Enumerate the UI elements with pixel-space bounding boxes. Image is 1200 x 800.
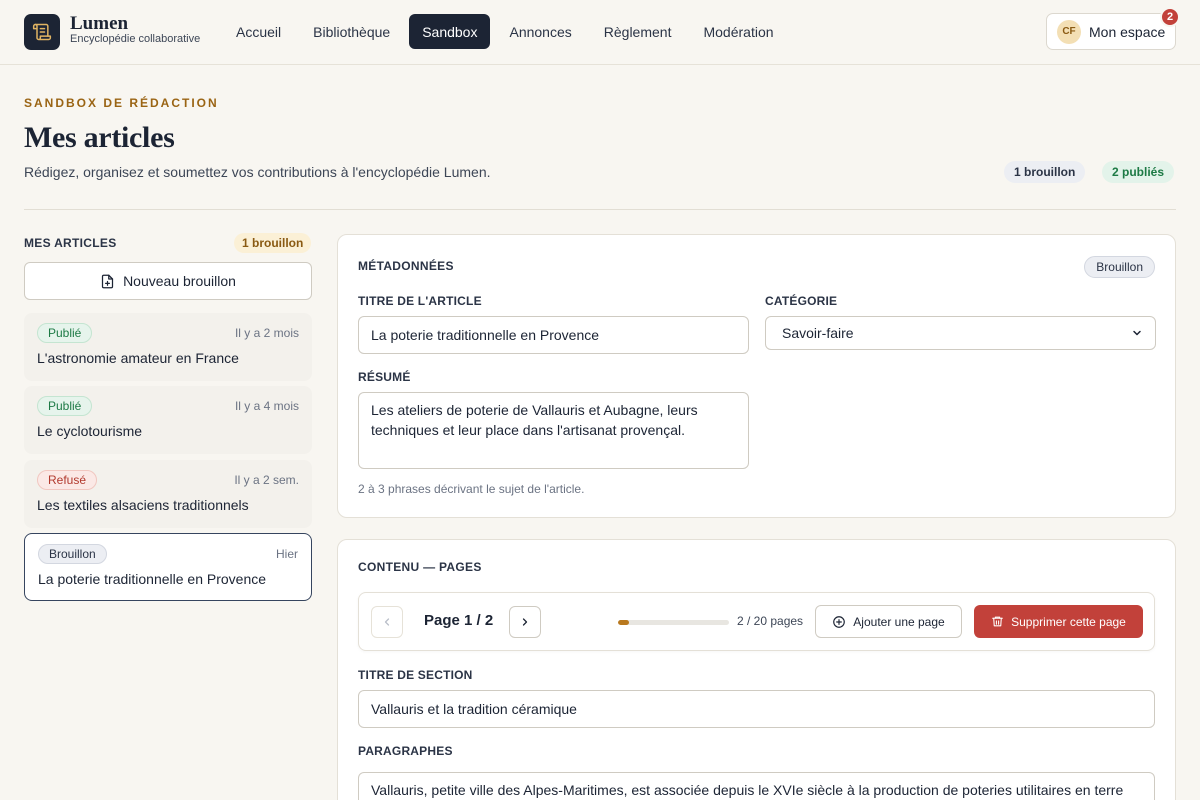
section-title-input[interactable]: Vallauris et la tradition céramique — [358, 690, 1155, 728]
sidebar-title: MES ARTICLES — [24, 236, 117, 250]
top-bar: Lumen Encyclopédie collaborative Accueil… — [0, 0, 1200, 65]
page-progress-fill — [618, 620, 630, 625]
trash-icon — [992, 616, 1004, 627]
nav-item-bibliotheque[interactable]: Bibliothèque — [300, 14, 403, 49]
summary-hint: 2 à 3 phrases décrivant le sujet de l'ar… — [358, 482, 585, 496]
brand-tagline: Encyclopédie collaborative — [70, 33, 201, 45]
delete-page-label: Supprimer cette page — [1011, 614, 1126, 629]
article-title-label: TITRE DE L'ARTICLE — [358, 294, 482, 308]
article-card[interactable]: Publié Il y a 2 mois L'astronomie amateur … — [24, 313, 312, 381]
scroll-icon — [32, 23, 52, 41]
article-timestamp: Hier — [275, 547, 298, 561]
plus-circle-icon — [833, 615, 846, 628]
metadata-panel: MÉTADONNÉES Brouillon TITRE DE L'ARTICLE… — [337, 234, 1176, 518]
category-value: Savoir-faire — [782, 325, 854, 341]
file-plus-icon — [101, 274, 114, 288]
account-label: Mon espace — [1089, 23, 1166, 40]
add-page-button[interactable]: Ajouter une page — [815, 605, 962, 638]
article-title-input[interactable]: La poterie traditionnelle en Provence — [358, 316, 749, 354]
nav-item-moderation[interactable]: Modération — [690, 14, 786, 49]
published-count-badge: 2 publiés — [1102, 161, 1175, 183]
article-title: Le cyclotourisme — [37, 423, 143, 439]
page-eyebrow: SANDBOX DE RÉDACTION — [24, 96, 219, 110]
article-timestamp: Il y a 2 mois — [234, 326, 299, 340]
header-divider — [24, 209, 1176, 210]
next-page-button[interactable] — [509, 606, 541, 638]
page-progress-bar — [618, 620, 729, 625]
draft-count-badge: 1 brouillon — [1004, 161, 1086, 183]
nav-item-accueil[interactable]: Accueil — [223, 14, 294, 49]
sidebar-draft-badge: 1 brouillon — [234, 233, 312, 253]
category-label: CATÉGORIE — [765, 294, 838, 308]
account-button[interactable]: CF Mon espace — [1046, 13, 1176, 50]
chevron-left-icon — [384, 618, 390, 626]
chevron-right-icon — [522, 618, 528, 626]
logo[interactable] — [24, 14, 60, 50]
article-status-badge: Brouillon — [38, 544, 107, 564]
content-title: CONTENU — PAGES — [358, 560, 482, 574]
avatar: CF — [1057, 19, 1081, 44]
article-title: La poterie traditionnelle en Provence — [38, 571, 267, 587]
paragraphs-label: PARAGRAPHES — [358, 744, 453, 758]
article-status-badge: Publié — [37, 323, 93, 343]
chevron-down-icon — [1133, 330, 1141, 336]
summary-textarea[interactable]: Les ateliers de poterie de Vallauris et … — [358, 392, 749, 469]
article-card[interactable]: Refusé Il y a 2 sem. Les textiles alsacien… — [24, 460, 312, 528]
page-title: Mes articles — [24, 121, 175, 154]
status-badge: Brouillon — [1084, 256, 1155, 278]
article-status-badge: Refusé — [37, 470, 98, 490]
article-timestamp: Il y a 2 sem. — [234, 473, 299, 487]
nav-item-annonces[interactable]: Annonces — [496, 14, 584, 49]
content-panel: CONTENU — PAGES Page 1 / 2 2 / 20 pages … — [337, 539, 1176, 800]
summary-label: RÉSUMÉ — [358, 370, 411, 384]
article-timestamp: Il y a 4 mois — [234, 399, 299, 413]
page-navigator: Page 1 / 2 2 / 20 pages Ajouter une page… — [358, 592, 1155, 651]
nav-item-reglement[interactable]: Règlement — [591, 14, 685, 49]
new-draft-label: Nouveau brouillon — [123, 273, 236, 289]
nav-item-sandbox[interactable]: Sandbox — [409, 14, 491, 49]
category-select[interactable]: Savoir-faire — [765, 316, 1156, 350]
new-draft-button[interactable]: Nouveau brouillon — [24, 262, 312, 300]
add-page-label: Ajouter une page — [853, 614, 945, 629]
article-status-badge: Publié — [37, 396, 93, 416]
notification-badge: 2 — [1160, 7, 1180, 27]
delete-page-button[interactable]: Supprimer cette page — [974, 605, 1143, 638]
brand-name: Lumen — [70, 13, 129, 34]
paragraph-textarea[interactable]: Vallauris, petite ville des Alpes-Mariti… — [358, 772, 1155, 800]
page-count: 2 / 20 pages — [737, 614, 804, 628]
main-nav: Accueil Bibliothèque Sandbox Annonces Règlem… — [223, 14, 787, 49]
article-title: Les textiles alsaciens traditionnels — [37, 497, 249, 513]
page-indicator: Page 1 / 2 — [424, 612, 494, 629]
article-title: L'astronomie amateur en France — [37, 350, 239, 366]
section-title-label: TITRE DE SECTION — [358, 668, 473, 682]
article-card[interactable]: Brouillon Hier La poterie traditionnelle e… — [24, 533, 312, 601]
page-subtitle: Rédigez, organisez et soumettez vos cont… — [24, 164, 491, 180]
prev-page-button[interactable] — [371, 606, 403, 638]
metadata-title: MÉTADONNÉES — [358, 259, 454, 273]
article-card[interactable]: Publié Il y a 4 mois Le cyclotourisme — [24, 386, 312, 454]
